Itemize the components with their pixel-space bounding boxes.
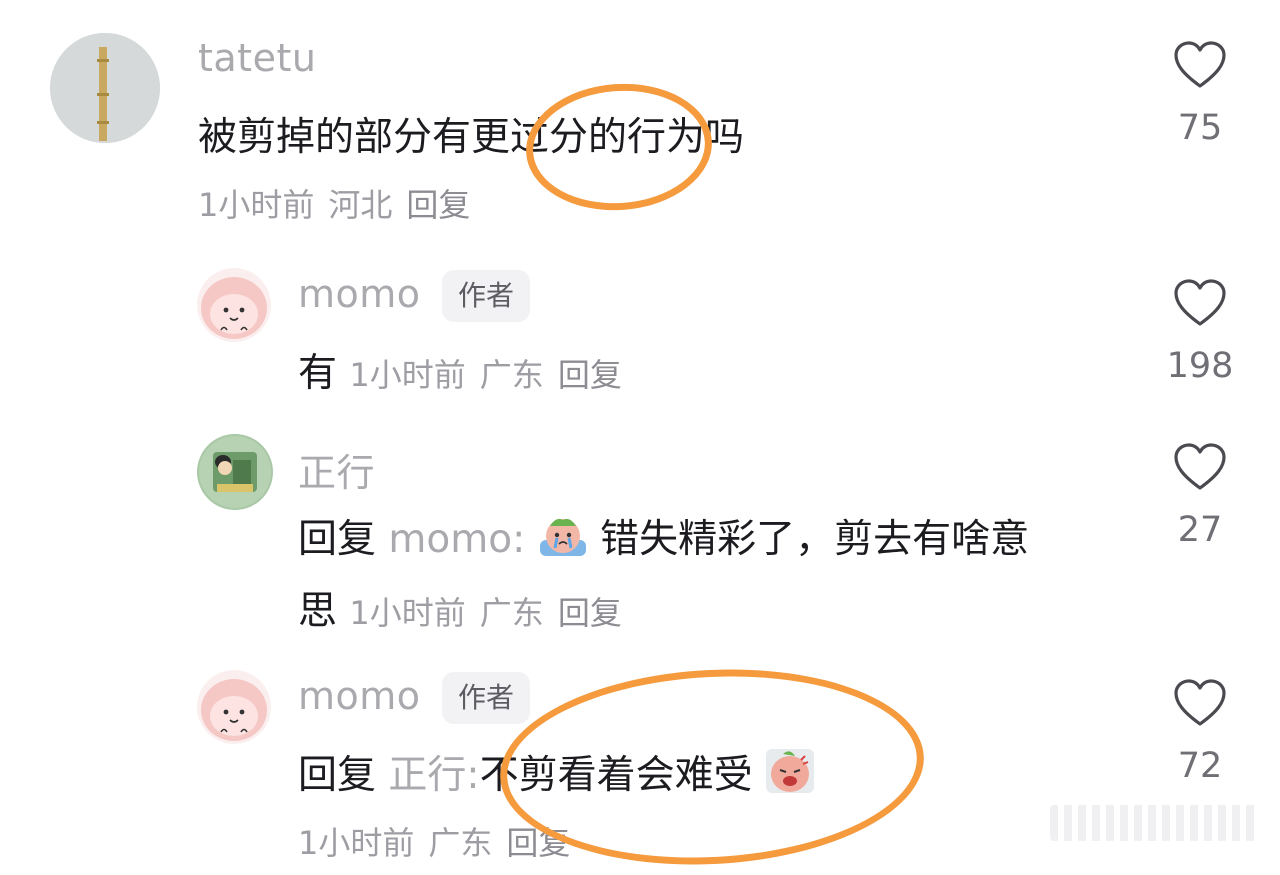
comment-text: 回复 正行:不剪看着会难受 — [298, 744, 815, 800]
username[interactable]: 正行 — [298, 442, 375, 497]
comment-body: 不剪看着会难受 — [479, 753, 753, 798]
comment-location: 河北 — [328, 186, 393, 224]
comment-meta: 1小时前 广东 回复 — [349, 356, 635, 394]
heart-outline-icon — [1174, 279, 1226, 326]
like-count: 75 — [1177, 108, 1223, 148]
comment-meta: 1小时前 河北 回复 — [198, 180, 484, 226]
reply-momo-1: momo 作者 有 1小时前 广东 回复 198 — [0, 250, 1280, 400]
author-badge: 作者 — [442, 672, 531, 724]
reply-prefix: 回复 — [298, 753, 377, 798]
comment-location: 广东 — [428, 824, 493, 862]
reply-button[interactable]: 回复 — [558, 356, 622, 394]
watermark — [1050, 805, 1260, 841]
comment-tatetu: tatetu 被剪掉的部分有更过分的行为吗 1小时前 河北 回复 75 — [0, 0, 1280, 240]
reply-to-user[interactable]: momo: — [388, 517, 525, 562]
avatar[interactable] — [197, 434, 273, 510]
annoyed-emoji-icon — [765, 749, 814, 793]
comment-text: 回复 momo: 错失精彩了，剪去有啥意 — [298, 508, 1029, 564]
comment-time: 1小时前 — [298, 824, 415, 862]
comment-time: 1小时前 — [349, 594, 466, 632]
username[interactable]: momo — [298, 674, 421, 718]
like-button[interactable]: 198 — [1160, 278, 1240, 386]
comment-text: 有 — [298, 351, 338, 396]
comment-meta: 1小时前 广东 回复 — [349, 594, 635, 632]
like-count: 198 — [1166, 346, 1234, 386]
reply-zhengxing: 正行 回复 momo: 错失精彩了，剪去有啥意 思 1小时前 广东 回复 27 — [0, 420, 1280, 650]
like-button[interactable]: 72 — [1160, 678, 1240, 786]
comment-body-cont: 思 — [298, 589, 338, 634]
comment-time: 1小时前 — [349, 356, 466, 394]
comment-text: 被剪掉的部分有更过分的行为吗 — [198, 115, 745, 160]
comment-body: 错失精彩了，剪去有啥意 — [600, 517, 1030, 562]
username[interactable]: tatetu — [198, 36, 316, 80]
heart-outline-icon — [1174, 679, 1226, 726]
author-badge: 作者 — [442, 270, 531, 322]
heart-outline-icon — [1174, 443, 1226, 490]
like-count: 72 — [1177, 746, 1223, 786]
username[interactable]: momo — [298, 272, 421, 316]
crying-emoji-icon — [539, 518, 586, 556]
like-count: 27 — [1177, 510, 1223, 550]
reply-button[interactable]: 回复 — [406, 186, 470, 224]
like-button[interactable]: 75 — [1160, 40, 1240, 148]
heart-outline-icon — [1174, 41, 1226, 88]
avatar[interactable] — [50, 33, 160, 143]
avatar[interactable] — [197, 670, 271, 744]
like-button[interactable]: 27 — [1160, 442, 1240, 550]
comment-time: 1小时前 — [198, 186, 315, 224]
reply-button[interactable]: 回复 — [558, 594, 622, 632]
comment-line: 有 1小时前 广东 回复 — [298, 342, 636, 398]
comment-line-2: 思 1小时前 广东 回复 — [298, 580, 636, 636]
comment-location: 广东 — [479, 356, 544, 394]
reply-button[interactable]: 回复 — [506, 824, 570, 862]
comment-meta: 1小时前 广东 回复 — [298, 818, 584, 864]
comment-location: 广东 — [479, 594, 544, 632]
avatar[interactable] — [197, 268, 271, 342]
reply-to-user[interactable]: 正行: — [388, 753, 479, 798]
reply-prefix: 回复 — [298, 517, 377, 562]
